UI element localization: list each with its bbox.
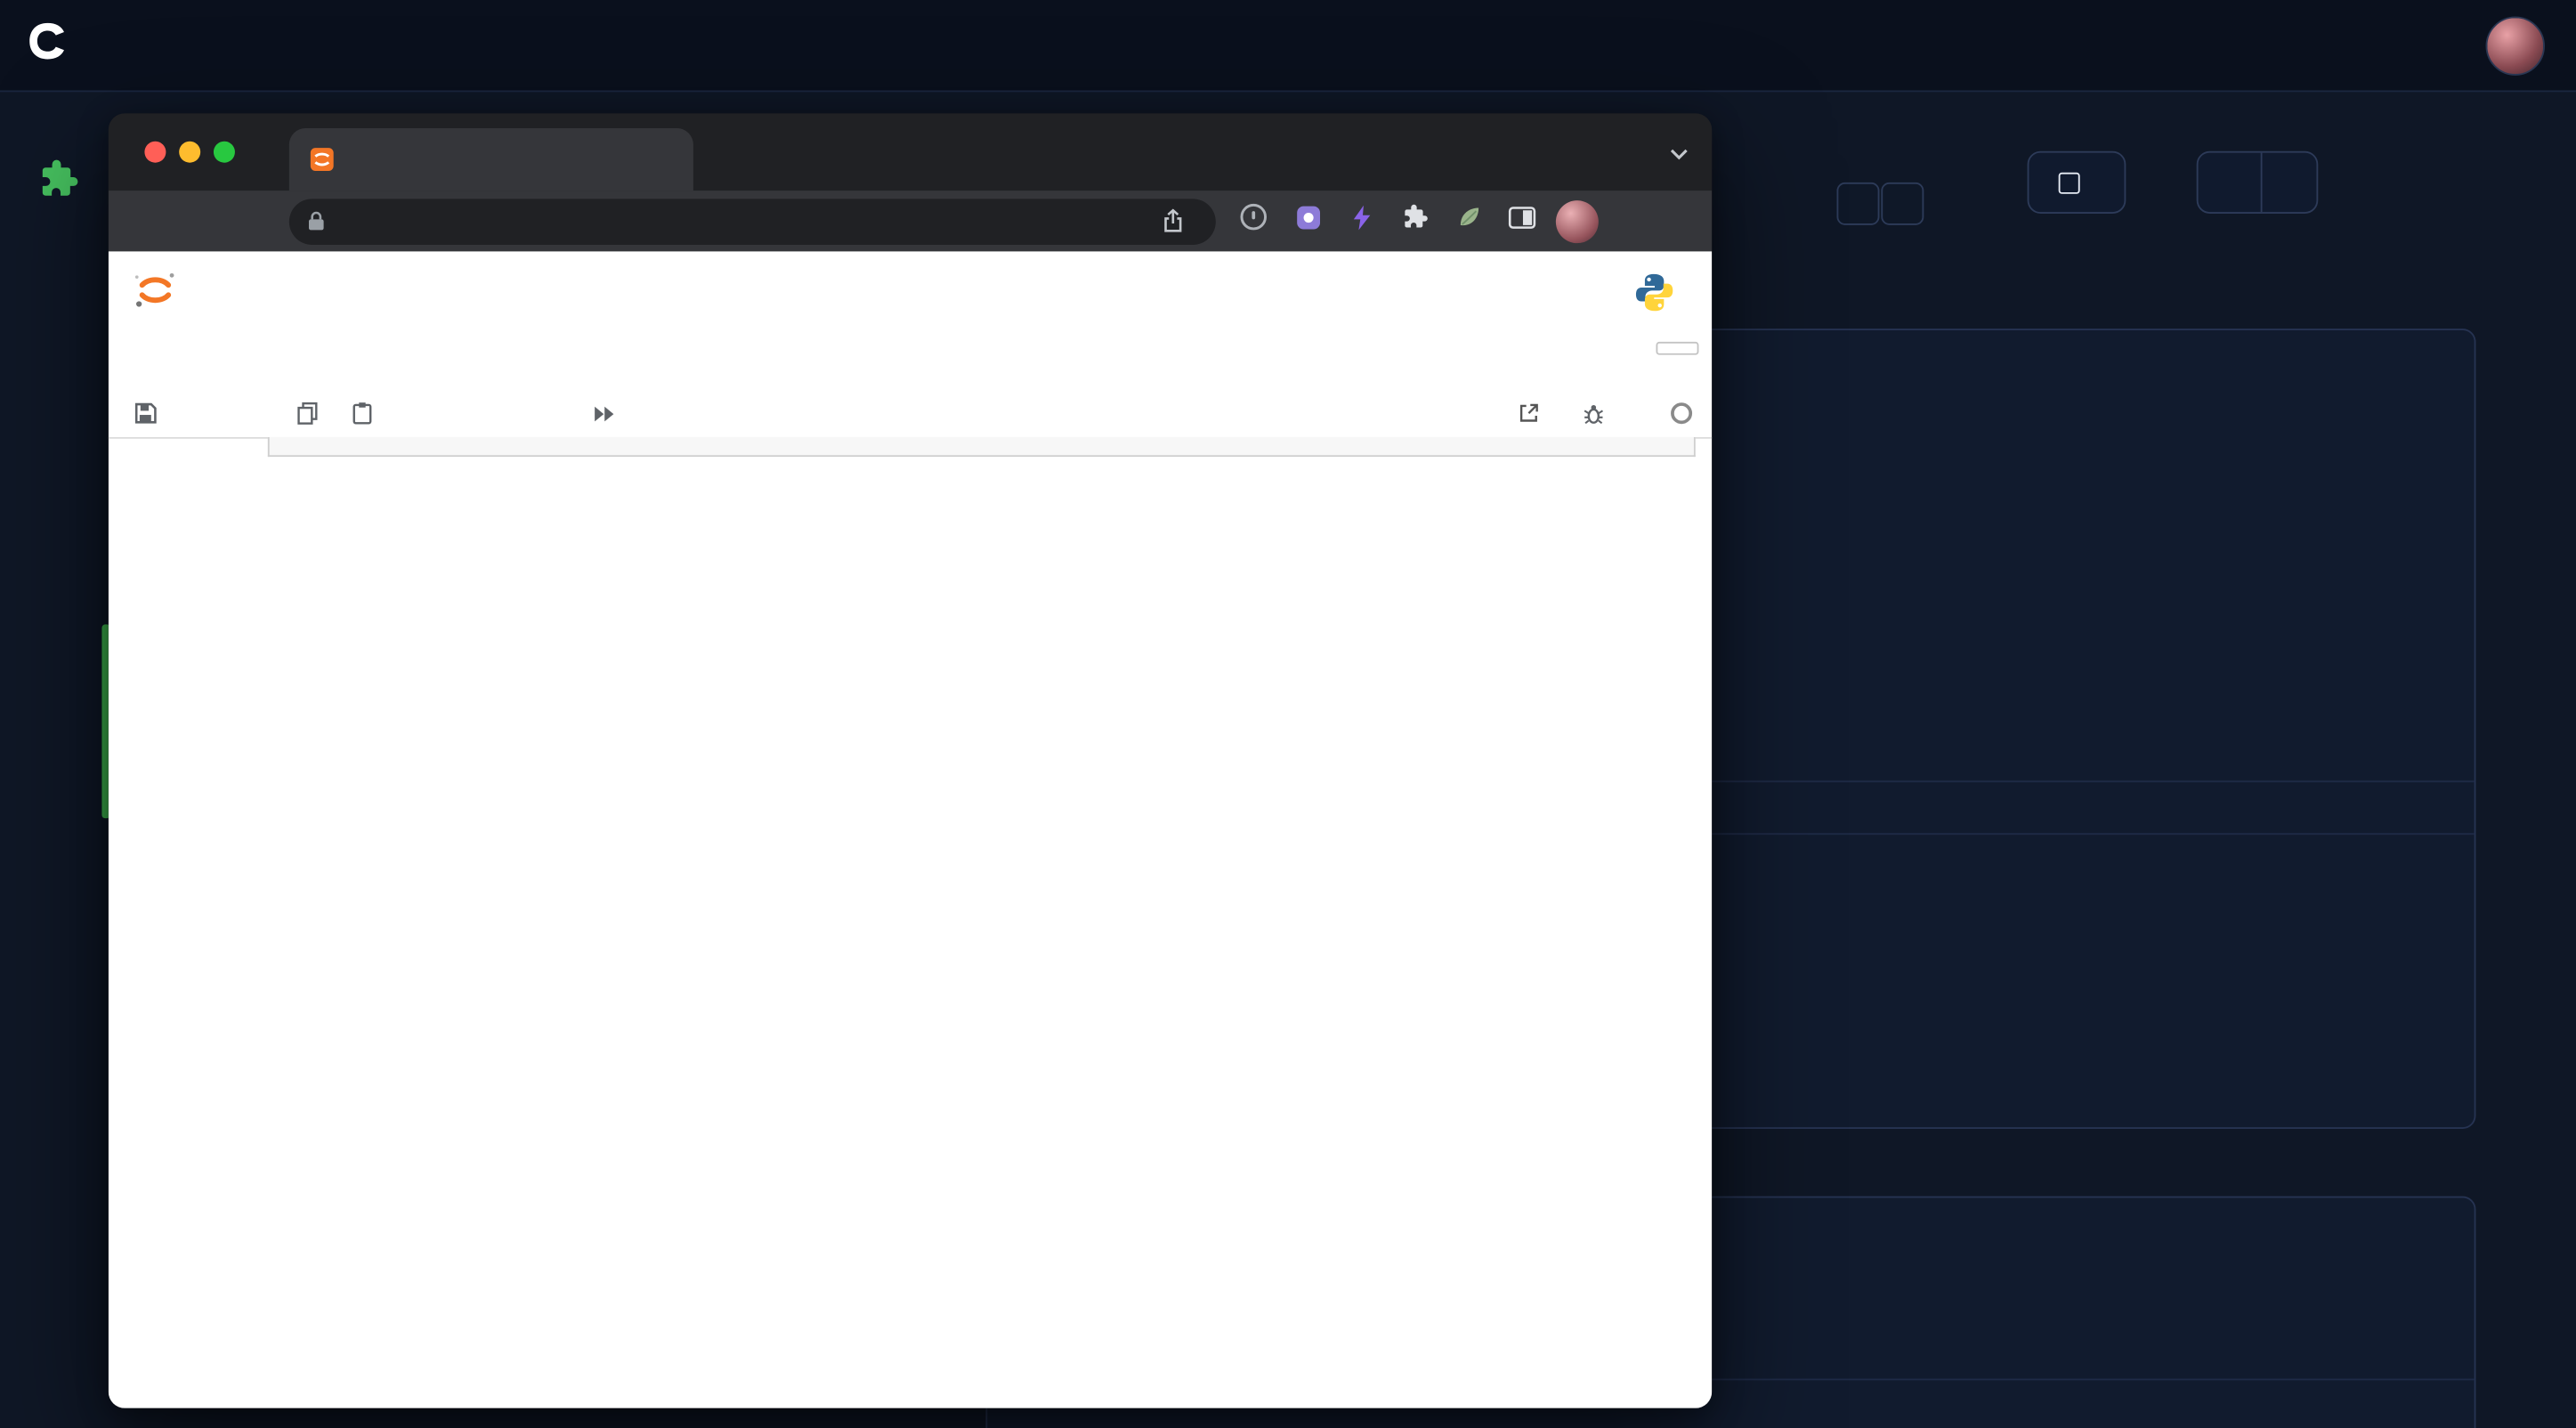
debugger-bug-icon[interactable] [1582,402,1605,425]
save-icon[interactable] [132,401,158,426]
kernel-status-indicator [1671,402,1692,424]
jupyter-logo[interactable] [134,268,178,320]
split-screen-icon[interactable] [1508,205,1535,238]
address-bar[interactable] [289,198,1216,244]
stop-icon [2059,172,2080,193]
open-jupyterlab-link[interactable] [1508,402,1539,424]
decrease-time-button[interactable] [1836,183,1879,225]
paste-cell-icon[interactable] [348,401,375,426]
restart-workspace-button[interactable] [2197,151,2319,214]
jupyter-menubar [109,334,1712,390]
extensions-puzzle-icon[interactable] [1400,202,1430,239]
close-traffic-light[interactable] [144,142,166,163]
user-avatar[interactable] [2486,16,2545,75]
bolt-extension-icon[interactable] [1349,203,1373,239]
new-tab-button[interactable] [719,134,766,180]
browser-toolbar [109,191,1712,251]
notebook-area [109,437,1712,1408]
browser-profile-avatar[interactable] [1556,199,1599,242]
extension-icon-a[interactable] [1294,203,1322,239]
external-link-icon [1518,402,1539,424]
browser-tab[interactable] [289,128,693,191]
coder-logo-icon[interactable] [23,16,72,74]
tab-search-chevron-icon[interactable] [1669,140,1689,169]
jupyter-toolbar [109,389,1712,438]
jupyter-header [109,251,1712,333]
screen [0,0,2576,1428]
password-extension-icon[interactable] [1239,202,1268,239]
window-controls [144,142,235,163]
clipped-cell-above [268,437,1696,457]
plot-output [263,868,1248,1408]
browser-tab-strip [109,113,1712,191]
extension-icons [1239,202,1536,239]
stage [0,0,2576,1428]
trusted-button[interactable] [1656,342,1698,355]
output-cell [174,818,1696,849]
python-logo [1633,272,1676,322]
lock-icon[interactable] [305,210,327,231]
copy-cell-icon[interactable] [294,401,320,426]
increase-time-button[interactable] [1881,183,1924,225]
browser-window [109,113,1712,1408]
top-nav [0,0,2576,92]
matplotlib-plot [263,868,1248,1408]
puzzle-piece-icon[interactable] [35,156,81,210]
leaf-extension-icon[interactable] [1455,204,1482,239]
jupyter-page [109,251,1712,1408]
tab-favicon-jupyter [309,146,336,173]
zoom-traffic-light[interactable] [214,142,235,163]
share-icon[interactable] [1162,208,1185,233]
restart-options-chevron[interactable] [2261,153,2317,212]
restart-run-all-icon[interactable] [591,402,618,425]
stop-workspace-button[interactable] [2028,151,2126,214]
top-nav-right [2486,16,2556,75]
minimize-traffic-light[interactable] [179,142,200,163]
